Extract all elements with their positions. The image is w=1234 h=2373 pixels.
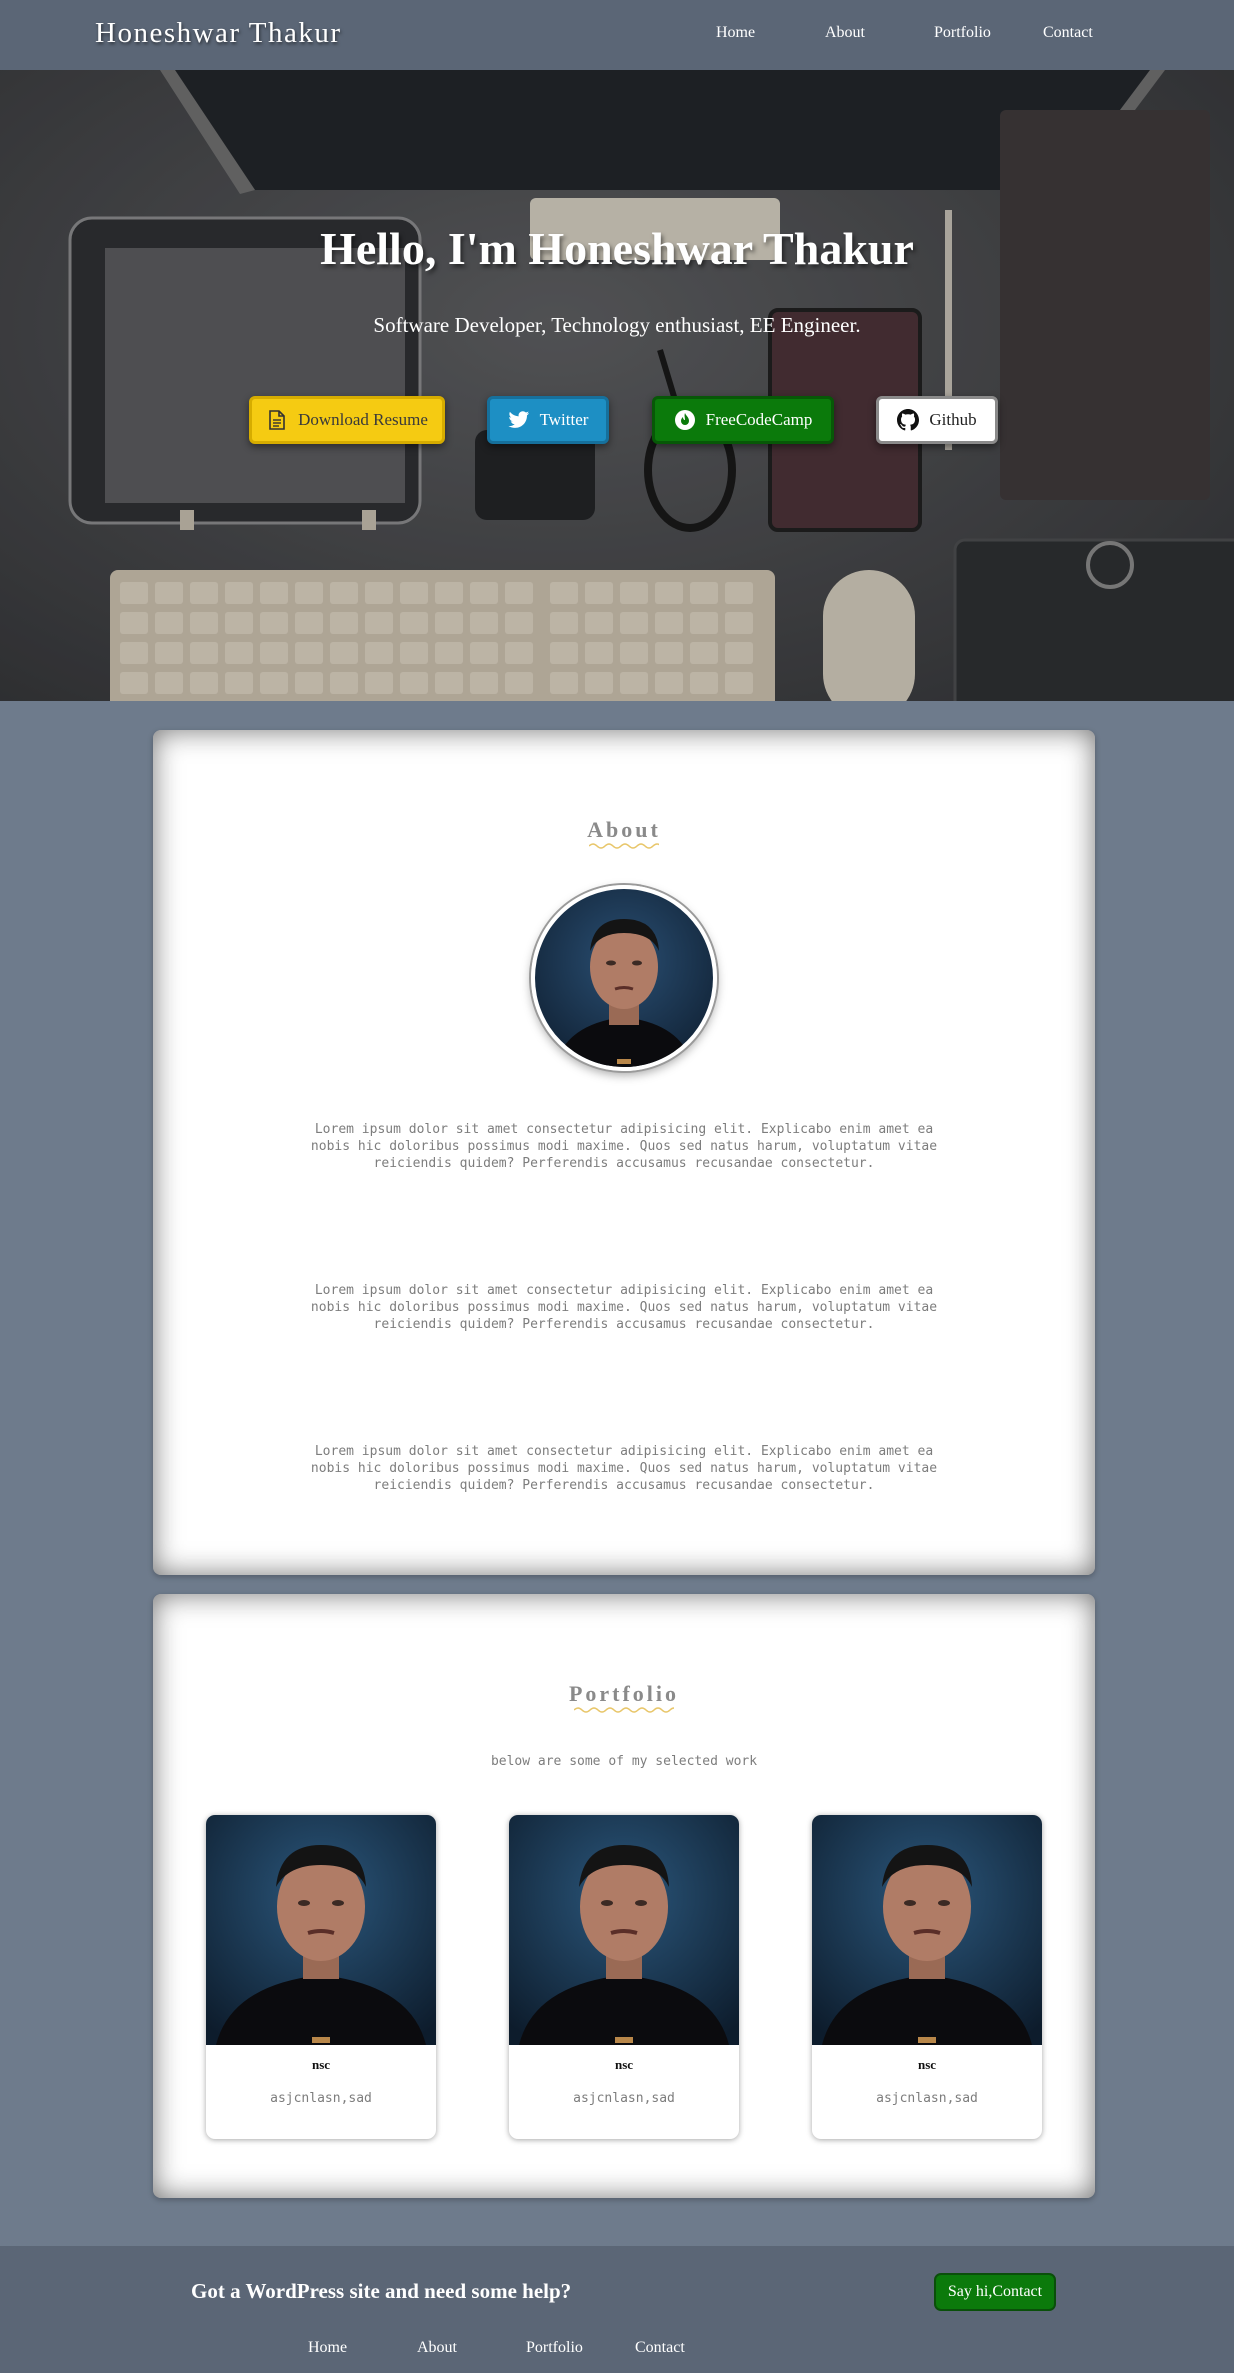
portfolio-item-image xyxy=(206,1815,436,2045)
nav-link-portfolio[interactable]: Portfolio xyxy=(934,24,991,42)
github-button[interactable]: Github xyxy=(876,396,998,444)
portfolio-item-2[interactable]: nsc asjcnlasn,sad xyxy=(509,1815,739,2139)
download-resume-button[interactable]: Download Resume xyxy=(249,396,445,444)
top-navbar: Honeshwar Thakur Home About Portfolio Co… xyxy=(0,0,1234,70)
twitter-button[interactable]: Twitter xyxy=(487,396,609,444)
footer-link-about[interactable]: About xyxy=(417,2339,457,2357)
portfolio-item-description: asjcnlasn,sad xyxy=(876,2091,978,2106)
freecodecamp-button[interactable]: FreeCodeCamp xyxy=(652,396,834,444)
about-paragraph-3: Lorem ipsum dolor sit amet consectetur a… xyxy=(310,1444,938,1493)
footer-link-home[interactable]: Home xyxy=(308,2339,347,2357)
portfolio-item-3[interactable]: nsc asjcnlasn,sad xyxy=(812,1815,1042,2139)
portfolio-item-title: nsc xyxy=(311,2057,331,2072)
portfolio-heading: Portfolio xyxy=(568,1681,680,1706)
profile-photo xyxy=(535,889,713,1067)
twitter-label: Twitter xyxy=(539,410,589,429)
download-resume-label: Download Resume xyxy=(298,410,428,429)
freecodecamp-icon xyxy=(674,409,696,431)
about-paragraph-1: Lorem ipsum dolor sit amet consectetur a… xyxy=(310,1122,938,1171)
hero-section: Hello, I'm Honeshwar Thakur Software Dev… xyxy=(0,70,1234,701)
nav-link-home[interactable]: Home xyxy=(716,24,755,42)
document-icon xyxy=(266,409,288,431)
say-hi-contact-button[interactable]: Say hi,Contact xyxy=(934,2273,1056,2311)
portfolio-item-1[interactable]: nsc asjcnlasn,sad xyxy=(206,1815,436,2139)
nav-link-about[interactable]: About xyxy=(825,24,865,42)
portfolio-card: Portfolio below are some of my selected … xyxy=(153,1594,1095,2198)
hero-title: Hello, I'm Honeshwar Thakur xyxy=(320,223,914,274)
github-label: Github xyxy=(929,410,977,429)
portfolio-item-description: asjcnlasn,sad xyxy=(270,2091,372,2106)
portfolio-item-description: asjcnlasn,sad xyxy=(573,2091,675,2106)
portfolio-item-image xyxy=(509,1815,739,2045)
portfolio-item-title: nsc xyxy=(614,2057,634,2072)
hero-subtitle: Software Developer, Technology enthusias… xyxy=(373,313,861,337)
twitter-icon xyxy=(508,409,530,431)
about-paragraph-2: Lorem ipsum dolor sit amet consectetur a… xyxy=(310,1283,938,1332)
freecodecamp-label: FreeCodeCamp xyxy=(705,410,813,429)
footer: Got a WordPress site and need some help?… xyxy=(0,2246,1234,2373)
about-heading: About xyxy=(587,817,661,842)
nav-link-contact[interactable]: Contact xyxy=(1043,24,1093,42)
about-heading-underline xyxy=(589,843,659,849)
footer-heading: Got a WordPress site and need some help? xyxy=(191,2279,572,2303)
profile-avatar xyxy=(531,885,717,1071)
portfolio-item-title: nsc xyxy=(917,2057,937,2072)
portfolio-item-image xyxy=(812,1815,1042,2045)
footer-link-portfolio[interactable]: Portfolio xyxy=(526,2339,583,2357)
footer-link-contact[interactable]: Contact xyxy=(635,2339,685,2357)
portfolio-heading-underline xyxy=(574,1707,674,1713)
nav-links: Home About Portfolio Contact xyxy=(0,24,1234,46)
portfolio-subtitle: below are some of my selected work xyxy=(490,1754,758,1769)
about-card: About Lorem ipsum dolor sit amet consect… xyxy=(153,730,1095,1575)
github-icon xyxy=(897,409,920,431)
